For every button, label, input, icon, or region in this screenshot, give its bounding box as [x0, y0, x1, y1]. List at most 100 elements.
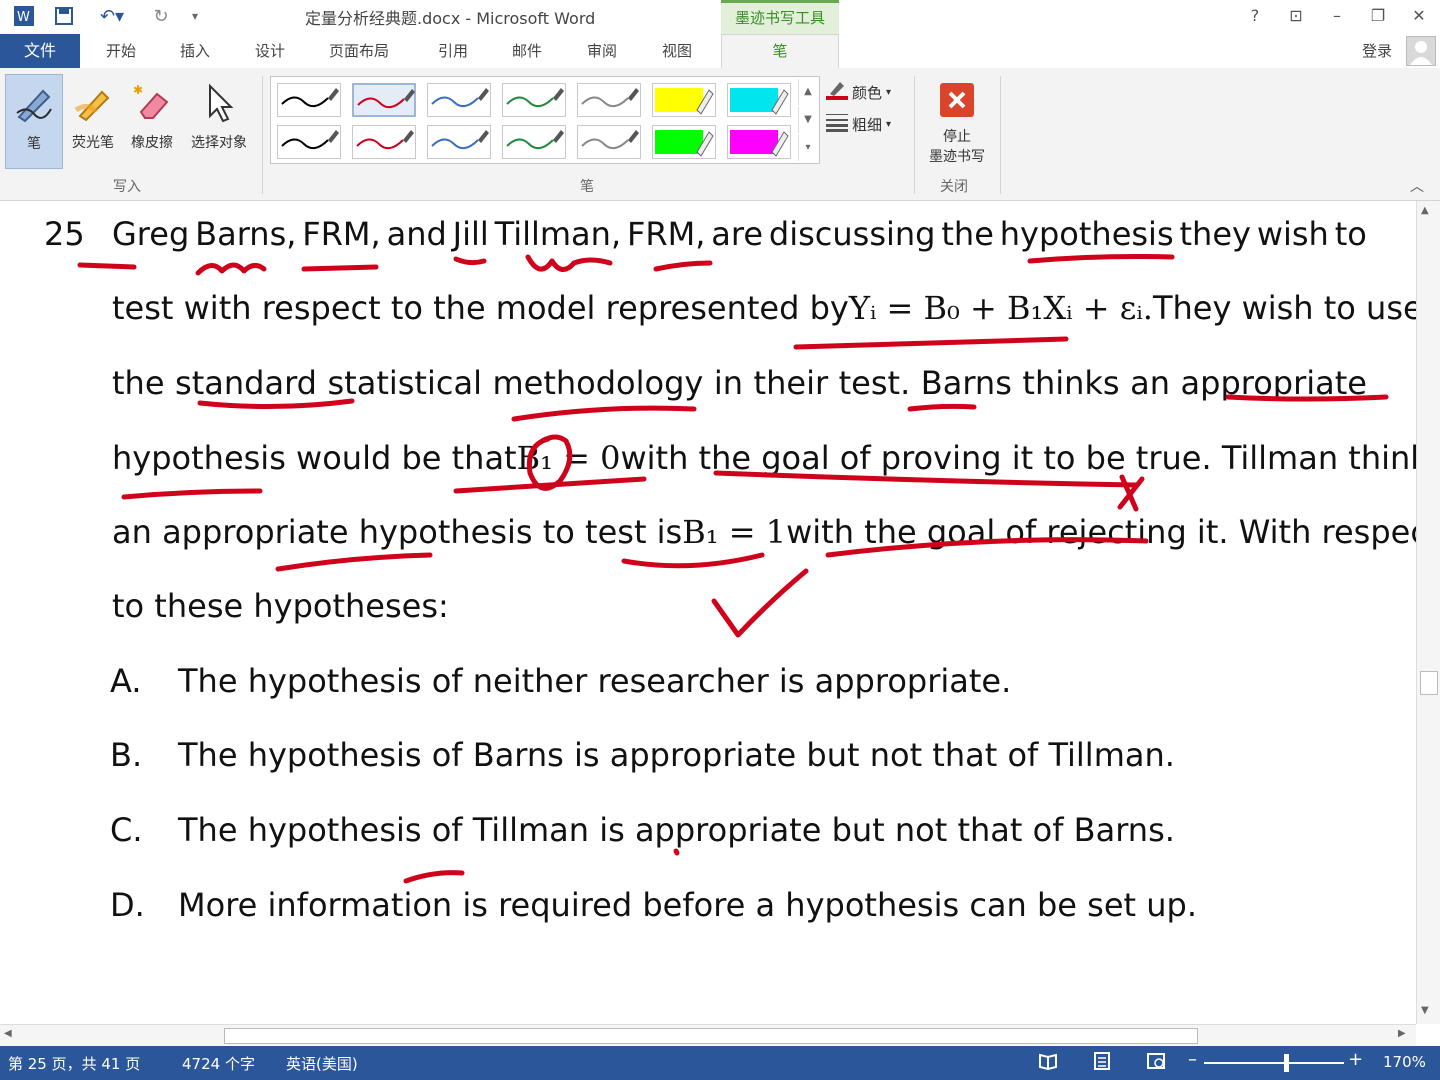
vertical-scroll-thumb[interactable] — [1420, 671, 1438, 695]
pen-color-button[interactable]: 颜色 ▾ — [826, 80, 891, 104]
tab-mailings[interactable]: 邮件 — [512, 34, 542, 68]
pen-style-swatch[interactable] — [577, 125, 641, 159]
option-letter: D. — [110, 886, 145, 924]
gallery-scroll-button[interactable]: ▲ — [798, 79, 817, 105]
sign-in-link[interactable]: 登录 — [1362, 34, 1392, 68]
zoom-slider-track[interactable] — [1204, 1062, 1344, 1064]
question-word: Barns, — [195, 215, 297, 253]
print-layout-icon[interactable] — [1092, 1051, 1112, 1075]
zoom-slider-thumb[interactable] — [1284, 1054, 1289, 1072]
customize-quick-access-icon[interactable]: ▾ — [186, 4, 204, 28]
close-button[interactable]: ✕ — [1404, 4, 1434, 28]
eraser-icon: ✱ — [124, 74, 180, 132]
pen-thickness-button[interactable]: 粗细 ▾ — [826, 112, 891, 136]
question-word: their — [753, 364, 829, 402]
zoom-in-icon[interactable]: + — [1348, 1049, 1363, 1070]
restore-button[interactable]: ❐ — [1363, 4, 1393, 28]
tab-pen[interactable]: 笔 — [721, 34, 839, 69]
vertical-scrollbar[interactable]: ▲ ▼ — [1416, 201, 1440, 1024]
pen-color-icon — [826, 80, 848, 104]
help-button[interactable]: ? — [1240, 4, 1270, 28]
pen-style-swatch[interactable] — [277, 83, 341, 117]
tab-home[interactable]: 开始 — [106, 34, 136, 68]
pen-thickness-label: 粗细 — [852, 115, 883, 134]
pen-style-swatch[interactable] — [727, 83, 791, 117]
pen-button[interactable]: 笔 — [5, 74, 63, 169]
pen-style-swatch[interactable] — [427, 83, 491, 117]
tab-references[interactable]: 引用 — [438, 34, 468, 68]
question-line-4: hypothesis would be that B₁ = 0 with the… — [112, 439, 1416, 477]
pen-style-swatch[interactable] — [427, 125, 491, 159]
option-text: The hypothesis of Barns is appropriate b… — [178, 736, 1175, 774]
gallery-scroll-button[interactable]: ▼ — [798, 107, 817, 133]
pen-style-swatch[interactable] — [502, 125, 566, 159]
question-word: wish — [1256, 215, 1329, 253]
pen-style-swatch[interactable] — [577, 83, 641, 117]
ink-underline — [511, 405, 697, 422]
window-title: 定量分析经典题.docx - Microsoft Word — [305, 9, 596, 28]
option-d: D. More information is required before a … — [110, 886, 1197, 924]
ink-underline — [621, 552, 765, 569]
tab-page-layout[interactable]: 页面布局 — [329, 34, 389, 68]
tab-insert[interactable]: 插入 — [180, 34, 210, 68]
pen-style-swatch[interactable] — [352, 125, 416, 159]
scroll-left-icon[interactable]: ◀ — [4, 1028, 12, 1039]
horizontal-scrollbar[interactable]: ◀ ▶ — [0, 1024, 1416, 1046]
ink-underline — [793, 336, 1069, 350]
language-indicator[interactable]: 英语(美国) — [286, 1053, 358, 1074]
minimize-button[interactable]: – — [1322, 4, 1352, 28]
collapse-ribbon-icon[interactable]: ︿ — [1410, 176, 1424, 196]
select-objects-button[interactable]: 选择对象 — [184, 74, 254, 169]
pen-style-swatch[interactable] — [502, 83, 566, 117]
tab-file[interactable]: 文件 — [0, 34, 80, 68]
pen-style-swatch[interactable] — [352, 83, 416, 117]
zoom-out-icon[interactable]: – — [1188, 1049, 1197, 1070]
ink-underline — [301, 264, 379, 272]
question-word: hypothesis — [999, 215, 1174, 253]
scroll-down-icon[interactable]: ▼ — [1421, 1005, 1429, 1016]
gallery-scroll-button[interactable]: ▾ — [798, 135, 817, 161]
svg-text:W: W — [17, 10, 30, 25]
group-divider — [1000, 76, 1001, 194]
question-line-3: the standard statistical methodology in their… — [112, 364, 1367, 402]
group-divider — [914, 76, 915, 194]
word-app-icon[interactable]: W — [10, 4, 38, 28]
page-count[interactable]: 第 25 页，共 41 页 — [8, 1053, 140, 1074]
scroll-right-icon[interactable]: ▶ — [1398, 1028, 1406, 1039]
option-a: A. The hypothesis of neither researcher i… — [110, 662, 1011, 700]
horizontal-scroll-thumb[interactable] — [224, 1028, 1198, 1044]
redo-icon[interactable]: ↻ — [148, 4, 174, 28]
pen-style-swatch[interactable] — [277, 125, 341, 159]
option-letter: C. — [110, 811, 143, 849]
document-page[interactable]: 25 Greg Barns, FRM, and Jill Tillman, FRM, are d… — [0, 201, 1416, 1024]
question-word: appropriate — [1180, 364, 1367, 402]
tab-view[interactable]: 视图 — [662, 34, 692, 68]
question-line-2: test with respect to the model represent… — [112, 289, 1416, 327]
pen-style-swatch[interactable] — [652, 125, 716, 159]
stop-inking-button[interactable]: 停止 墨迹书写 — [920, 74, 994, 169]
save-icon[interactable] — [50, 4, 78, 28]
ribbon-display-options-button[interactable]: ⊡ — [1281, 4, 1311, 28]
question-word: the — [941, 215, 994, 253]
read-mode-icon[interactable] — [1038, 1051, 1058, 1075]
undo-icon[interactable]: ↶▾ — [92, 4, 132, 28]
tab-design[interactable]: 设计 — [255, 34, 285, 68]
pen-style-swatch[interactable] — [727, 125, 791, 159]
scroll-up-icon[interactable]: ▲ — [1421, 205, 1429, 216]
web-layout-icon[interactable] — [1146, 1051, 1166, 1075]
write-group-label: 写入 — [113, 179, 141, 195]
stop-inking-icon — [920, 74, 994, 126]
zoom-level[interactable]: 170% — [1383, 1053, 1426, 1071]
avatar[interactable] — [1406, 36, 1436, 66]
eraser-button[interactable]: ✱ 橡皮擦 — [124, 74, 180, 169]
close-group-label: 关闭 — [940, 179, 968, 195]
ink-dot — [673, 848, 680, 856]
line-weight-icon — [826, 112, 848, 136]
word-count[interactable]: 4724 个字 — [182, 1053, 255, 1074]
option-text: The hypothesis of Tillman is appropriate… — [178, 811, 1175, 849]
highlighter-button[interactable]: 荧光笔 — [66, 74, 120, 169]
tab-review[interactable]: 审阅 — [587, 34, 617, 68]
question-word: Barns — [920, 364, 1012, 402]
question-word: an — [1130, 364, 1170, 402]
pen-style-swatch[interactable] — [652, 83, 716, 117]
